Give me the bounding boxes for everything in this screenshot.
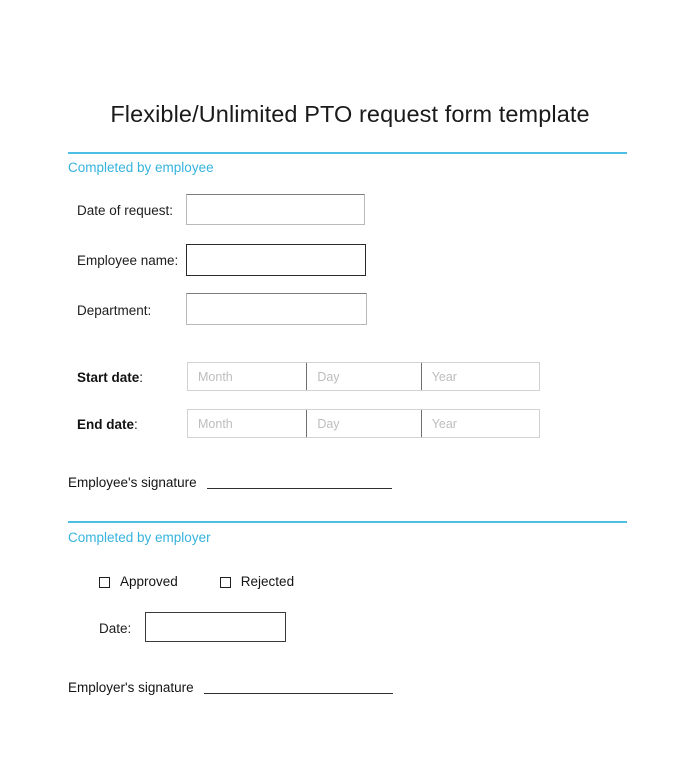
employee-name-input[interactable] bbox=[186, 244, 366, 276]
checkbox-unchecked-icon[interactable] bbox=[219, 576, 231, 588]
end-date-label-text: End date bbox=[77, 417, 135, 432]
approved-checkbox-item[interactable]: Approved bbox=[99, 573, 178, 591]
employer-signature-line[interactable] bbox=[203, 693, 393, 694]
employer-date-label: Date: bbox=[99, 621, 132, 636]
end-date-month-cell[interactable]: Month bbox=[188, 410, 306, 437]
start-date-day-cell[interactable]: Day bbox=[306, 363, 420, 390]
employer-signature-label: Employer's signature bbox=[68, 680, 194, 695]
employee-signature-label: Employee's signature bbox=[68, 475, 197, 490]
approved-checkbox-label: Approved bbox=[120, 574, 178, 589]
employee-signature-line[interactable] bbox=[206, 488, 392, 489]
department-label: Department: bbox=[77, 303, 152, 318]
start-date-label-colon: : bbox=[139, 370, 144, 385]
end-date-grid: Month Day Year bbox=[187, 409, 540, 438]
department-input[interactable] bbox=[186, 293, 367, 325]
employee-section-divider bbox=[68, 152, 627, 154]
start-date-grid: Month Day Year bbox=[187, 362, 540, 391]
employer-section-heading: Completed by employer bbox=[68, 530, 211, 545]
pto-request-form-page: Flexible/Unlimited PTO request form temp… bbox=[0, 0, 700, 765]
employer-section-divider bbox=[68, 521, 627, 523]
end-date-year-cell[interactable]: Year bbox=[420, 410, 539, 437]
employer-date-input[interactable] bbox=[145, 612, 286, 642]
start-date-label: Start date: bbox=[77, 369, 143, 387]
rejected-checkbox-item[interactable]: Rejected bbox=[219, 573, 295, 591]
date-of-request-label: Date of request: bbox=[77, 203, 174, 218]
checkbox-unchecked-icon[interactable] bbox=[99, 576, 110, 588]
start-date-label-text: Start date bbox=[77, 370, 140, 385]
page-title: Flexible/Unlimited PTO request form temp… bbox=[110, 101, 590, 127]
end-date-label: End date: bbox=[77, 416, 138, 434]
employee-section-heading: Completed by employee bbox=[68, 160, 214, 175]
employee-signature-row: Employee's signature bbox=[68, 474, 392, 492]
employee-name-label: Employee name: bbox=[77, 253, 179, 268]
end-date-day-cell[interactable]: Day bbox=[306, 410, 420, 437]
employer-signature-row: Employer's signature bbox=[68, 679, 393, 697]
start-date-month-cell[interactable]: Month bbox=[188, 363, 306, 390]
start-date-year-cell[interactable]: Year bbox=[420, 363, 539, 390]
decision-checkbox-row: Approved Rejected bbox=[99, 573, 294, 591]
end-date-label-colon: : bbox=[134, 417, 138, 432]
date-of-request-input[interactable] bbox=[186, 194, 365, 225]
rejected-checkbox-label: Rejected bbox=[240, 574, 295, 589]
